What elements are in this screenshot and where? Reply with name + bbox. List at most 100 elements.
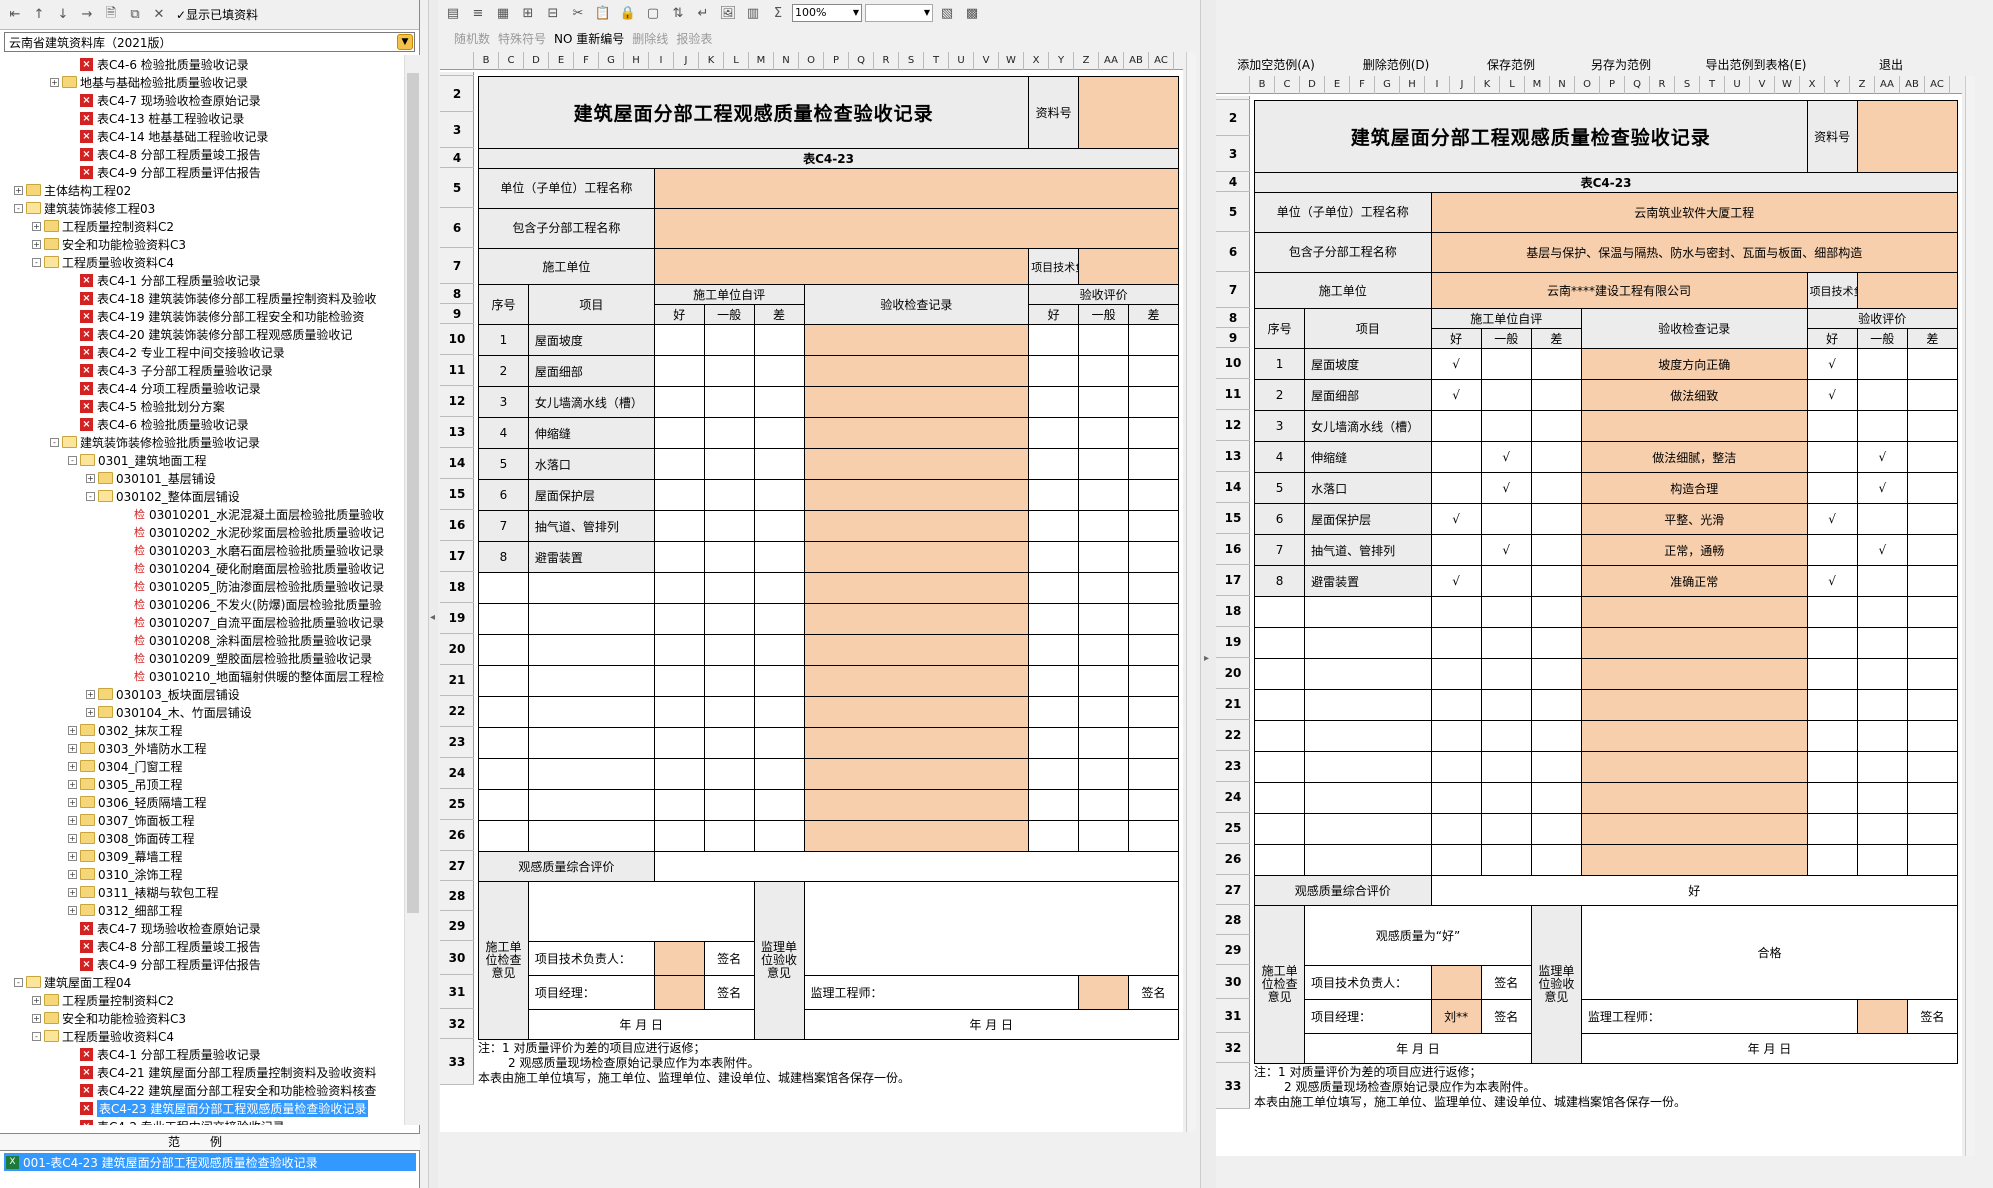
column-letter[interactable]: Z [1074, 52, 1099, 70]
acc-grade-cell[interactable] [1806, 627, 1858, 659]
acc-grade-cell[interactable] [1906, 441, 1959, 473]
record-cell[interactable]: 坡度方向正确 [1580, 348, 1808, 380]
border-icon[interactable]: ▢ [642, 2, 664, 24]
self-grade-cell[interactable] [1480, 503, 1532, 535]
column-letter[interactable]: F [1350, 76, 1375, 94]
example-menu-item[interactable]: 退出 [1836, 56, 1946, 74]
record-cell[interactable] [803, 727, 1030, 759]
merge-icon[interactable]: ⊞ [517, 2, 539, 24]
acc-grade-cell[interactable] [1806, 720, 1858, 752]
lock-icon[interactable]: 🔒 [617, 2, 639, 24]
acc-grade-cell[interactable] [1856, 596, 1908, 628]
self-grade-cell[interactable] [703, 386, 755, 418]
record-cell[interactable] [803, 386, 1030, 418]
acc-grade-cell[interactable] [1906, 596, 1959, 628]
tree-node[interactable]: × 表C4-23 建筑屋面分部工程观感质量检查验收记录 [0, 1099, 404, 1117]
acc-grade-cell[interactable] [1806, 751, 1858, 783]
example-item[interactable]: X 001-表C4-23 建筑屋面分部工程观感质量检查验收记录 [4, 1153, 416, 1171]
self-grade-cell[interactable] [1480, 813, 1532, 845]
acc-grade-cell[interactable] [1078, 665, 1130, 697]
tree-node[interactable]: × 表C4-14 地基基础工程验收记录 [0, 127, 404, 145]
acc-grade-cell[interactable] [1028, 417, 1080, 449]
tech-lead2-input[interactable] [653, 941, 705, 976]
zoom-select[interactable]: 100% [792, 4, 862, 22]
self-grade-cell[interactable] [753, 634, 805, 666]
acc-grade-cell[interactable] [1128, 572, 1179, 604]
record-cell[interactable] [1580, 596, 1808, 628]
row-number[interactable]: 4 [440, 148, 474, 168]
bold-icon[interactable]: ▤ [442, 2, 464, 24]
column-letter[interactable]: L [1500, 76, 1525, 94]
self-grade-cell[interactable] [703, 727, 755, 759]
tree-node[interactable]: +0307_饰面板工程 [0, 811, 404, 829]
tree-node[interactable]: - 工程质量验收资料C4 [0, 253, 404, 271]
row-number[interactable]: 16 [440, 510, 474, 541]
self-grade-cell[interactable] [1480, 410, 1532, 442]
acc-grade-cell[interactable] [1906, 813, 1959, 845]
column-letter[interactable]: Q [1625, 76, 1650, 94]
row-number[interactable]: 22 [1216, 720, 1250, 751]
renumber-button[interactable]: NO 重新编号 [554, 30, 624, 47]
row-number[interactable]: 10 [1216, 348, 1250, 379]
record-cell[interactable]: 准确正常 [1580, 565, 1808, 597]
record-cell[interactable] [803, 696, 1030, 728]
sup-opinion-text[interactable]: 合格 [1580, 905, 1959, 1000]
column-letter[interactable]: J [674, 52, 699, 70]
column-letter[interactable]: K [1475, 76, 1500, 94]
column-letter[interactable]: Z [1850, 76, 1875, 94]
fill-icon[interactable]: ▧ [936, 2, 958, 24]
self-grade-cell[interactable] [1530, 441, 1582, 473]
row-number[interactable]: 12 [1216, 410, 1250, 441]
row-number[interactable]: 21 [1216, 689, 1250, 720]
sub-input[interactable] [653, 208, 1180, 249]
column-letter[interactable]: E [549, 52, 574, 70]
acc-grade-cell[interactable] [1028, 510, 1080, 542]
record-cell[interactable] [803, 479, 1030, 511]
unit-input[interactable]: 云南筑业软件大厦工程 [1430, 192, 1958, 233]
self-grade-cell[interactable] [1480, 844, 1532, 876]
con-opinion-text[interactable] [527, 881, 755, 942]
record-cell[interactable] [803, 510, 1030, 542]
acc-grade-cell[interactable] [1856, 720, 1908, 752]
acc-grade-cell[interactable] [1128, 727, 1179, 759]
self-grade-cell[interactable] [1530, 472, 1582, 504]
row-number[interactable]: 23 [1216, 751, 1250, 782]
acc-grade-cell[interactable] [1806, 689, 1858, 721]
record-cell[interactable] [1580, 844, 1808, 876]
record-cell[interactable] [1580, 627, 1808, 659]
example-menu-item[interactable]: 删除范例(D) [1336, 56, 1456, 74]
self-grade-cell[interactable] [1530, 348, 1582, 380]
tech-lead-input[interactable] [1856, 272, 1959, 309]
tree-node[interactable]: +0312_细部工程 [0, 901, 404, 919]
tree-node[interactable]: × 表C4-20 建筑装饰装修分部工程观感质量验收记 [0, 325, 404, 343]
row-number[interactable]: 5 [440, 168, 474, 208]
self-grade-cell[interactable] [753, 417, 805, 449]
expand-icon[interactable]: + [86, 707, 95, 717]
acc-grade-cell[interactable]: √ [1856, 534, 1908, 566]
table-icon[interactable]: ▦ [492, 2, 514, 24]
row-number[interactable]: 26 [1216, 844, 1250, 875]
self-grade-cell[interactable] [753, 324, 805, 356]
self-grade-cell[interactable] [1530, 596, 1582, 628]
self-grade-cell[interactable]: √ [1480, 534, 1532, 566]
sup-opinion-text[interactable] [803, 881, 1179, 976]
column-letter[interactable]: B [1250, 76, 1275, 94]
acc-grade-cell[interactable] [1128, 355, 1179, 387]
expand-icon[interactable]: + [68, 851, 77, 861]
record-cell[interactable] [803, 355, 1030, 387]
column-letter[interactable]: AA [1875, 76, 1900, 94]
tree-node[interactable]: +0308_饰面砖工程 [0, 829, 404, 847]
tree-node[interactable]: × 表C4-2 专业工程中间交接验收记录 [0, 1117, 404, 1125]
row-number[interactable]: 32 [440, 1009, 474, 1039]
acc-grade-cell[interactable] [1028, 541, 1080, 573]
acc-grade-cell[interactable] [1906, 534, 1959, 566]
self-grade-cell[interactable] [753, 541, 805, 573]
acc-grade-cell[interactable] [1128, 541, 1179, 573]
row-number[interactable]: 11 [440, 355, 474, 386]
row-number[interactable]: 9 [1216, 328, 1250, 348]
expand-icon[interactable]: + [50, 77, 59, 87]
example-menu-item[interactable]: 导出范例到表格(E) [1676, 56, 1836, 74]
tree-node[interactable]: +0303_外墙防水工程 [0, 739, 404, 757]
nav-down-icon[interactable]: ↓ [52, 4, 74, 26]
acc-grade-cell[interactable] [1806, 410, 1858, 442]
